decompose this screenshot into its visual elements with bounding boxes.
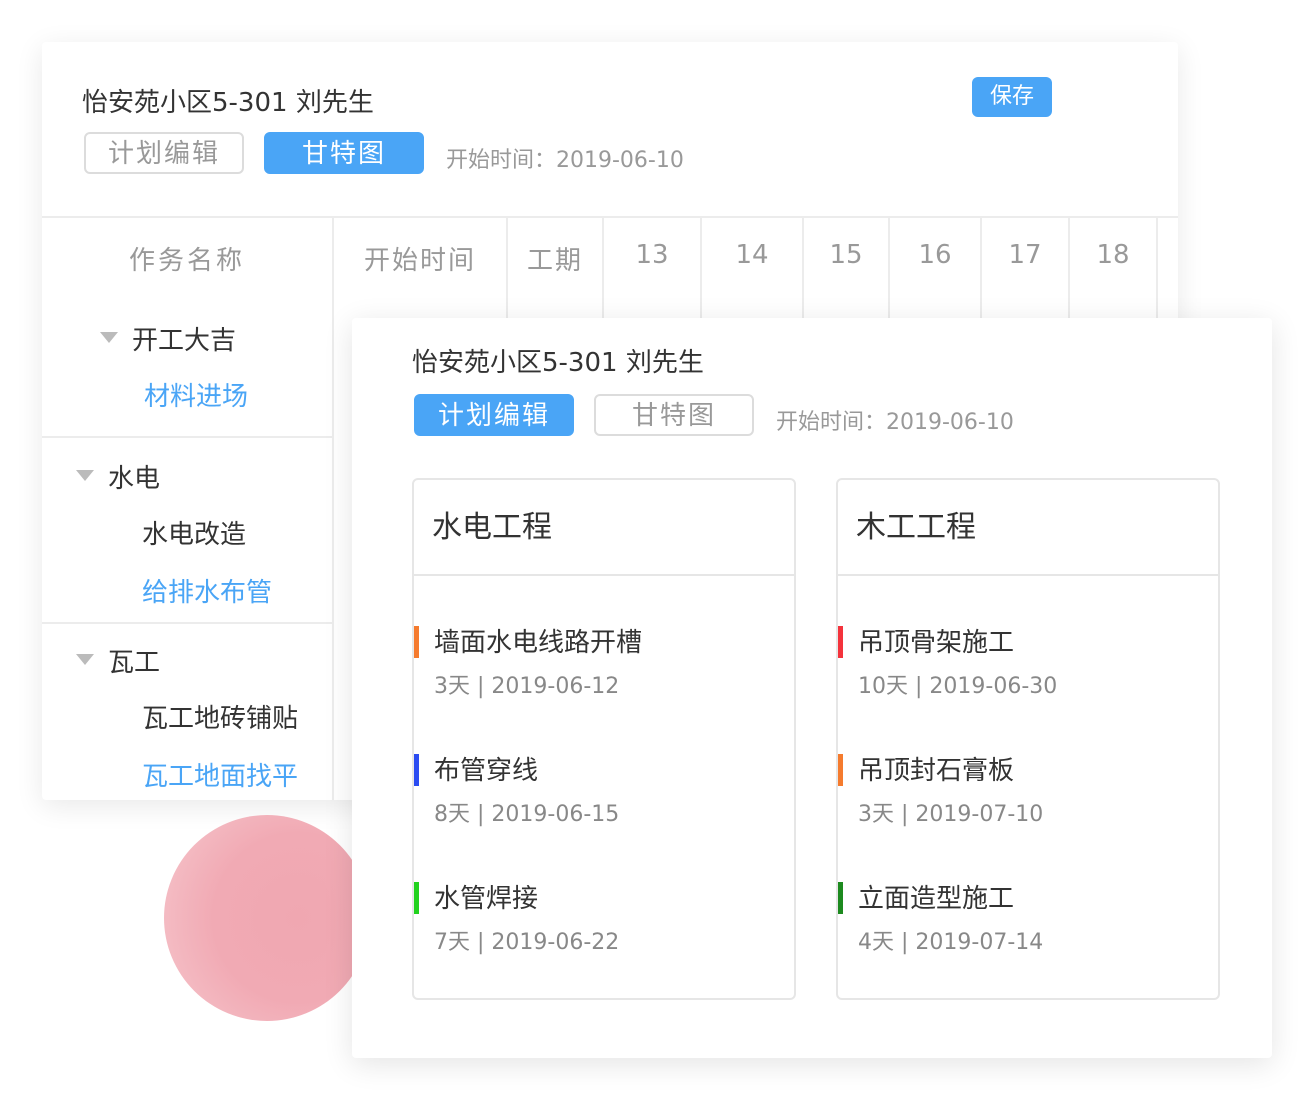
tab-gantt[interactable]: 甘特图: [264, 132, 424, 174]
task-card[interactable]: 布管穿线 8天 | 2019-06-15: [414, 750, 794, 830]
status-color-bar: [414, 754, 419, 786]
task-name: 水管焊接: [434, 884, 539, 914]
project-panel-carpentry: 木工工程 吊顶骨架施工 10天 | 2019-06-30 吊顶封石膏板 3天 |…: [836, 478, 1220, 1000]
row-divider: [42, 622, 334, 624]
column-header-duration: 工期: [526, 246, 583, 276]
group-label[interactable]: 开工大吉: [132, 320, 236, 357]
header-divider: [42, 216, 1178, 218]
task-meta: 8天 | 2019-06-15: [434, 802, 620, 827]
status-color-bar: [838, 754, 843, 786]
task-name: 布管穿线: [434, 756, 539, 786]
task-name: 墙面水电线路开槽: [434, 628, 643, 658]
tab-plan-edit[interactable]: 计划编辑: [414, 394, 574, 436]
task-card[interactable]: 水管焊接 7天 | 2019-06-22: [414, 878, 794, 958]
panel-title: 木工工程: [838, 480, 1218, 576]
column-header-task-name: 作务名称: [128, 246, 245, 276]
column-header-day-15: 15: [829, 240, 863, 270]
caret-down-icon[interactable]: [76, 654, 94, 665]
task-card[interactable]: 立面造型施工 4天 | 2019-07-14: [838, 878, 1218, 958]
project-panel-plumbing-electric: 水电工程 墙面水电线路开槽 3天 | 2019-06-12 布管穿线 8天 | …: [412, 478, 796, 1000]
caret-down-icon[interactable]: [100, 332, 118, 343]
save-button[interactable]: 保存: [972, 77, 1052, 117]
start-date-label: 开始时间：2019-06-10: [776, 410, 1014, 435]
column-divider: [332, 218, 334, 800]
group-label[interactable]: 瓦工: [108, 642, 160, 679]
column-header-start-time: 开始时间: [363, 246, 476, 276]
column-header-day-16: 16: [918, 240, 952, 270]
start-date-label: 开始时间：2019-06-10: [446, 148, 684, 173]
column-header-day-18: 18: [1096, 240, 1130, 270]
caret-down-icon[interactable]: [76, 470, 94, 481]
task-item[interactable]: 瓦工地面找平: [142, 756, 298, 793]
task-meta: 7天 | 2019-06-22: [434, 930, 620, 955]
task-name: 吊顶骨架施工: [858, 628, 1015, 658]
column-header-day-14: 14: [735, 240, 769, 270]
status-color-bar: [414, 882, 419, 914]
task-card[interactable]: 吊顶封石膏板 3天 | 2019-07-10: [838, 750, 1218, 830]
column-header-day-13: 13: [635, 240, 669, 270]
task-item[interactable]: 材料进场: [144, 376, 248, 413]
tab-plan-edit[interactable]: 计划编辑: [84, 132, 244, 174]
task-meta: 3天 | 2019-07-10: [858, 802, 1044, 827]
task-card[interactable]: 墙面水电线路开槽 3天 | 2019-06-12: [414, 622, 794, 702]
project-title: 怡安苑小区5-301 刘先生: [412, 348, 704, 378]
task-meta: 3天 | 2019-06-12: [434, 674, 620, 699]
task-item[interactable]: 水电改造: [142, 514, 246, 551]
task-item[interactable]: 瓦工地砖铺贴: [142, 698, 298, 735]
task-name: 立面造型施工: [858, 884, 1015, 914]
panel-title: 水电工程: [414, 480, 794, 576]
task-card[interactable]: 吊顶骨架施工 10天 | 2019-06-30: [838, 622, 1218, 702]
plan-card: 怡安苑小区5-301 刘先生 计划编辑 甘特图 开始时间：2019-06-10 …: [352, 318, 1272, 1058]
task-item[interactable]: 给排水布管: [142, 572, 272, 609]
task-meta: 4天 | 2019-07-14: [858, 930, 1044, 955]
group-label[interactable]: 水电: [108, 458, 160, 495]
status-color-bar: [838, 626, 843, 658]
task-meta: 10天 | 2019-06-30: [858, 674, 1058, 699]
decorative-blob: [164, 815, 370, 1021]
column-header-day-17: 17: [1008, 240, 1042, 270]
status-color-bar: [838, 882, 843, 914]
task-name: 吊顶封石膏板: [858, 756, 1015, 786]
status-color-bar: [414, 626, 419, 658]
project-title: 怡安苑小区5-301 刘先生: [82, 88, 374, 118]
tab-gantt[interactable]: 甘特图: [594, 394, 754, 436]
row-divider: [42, 436, 334, 438]
